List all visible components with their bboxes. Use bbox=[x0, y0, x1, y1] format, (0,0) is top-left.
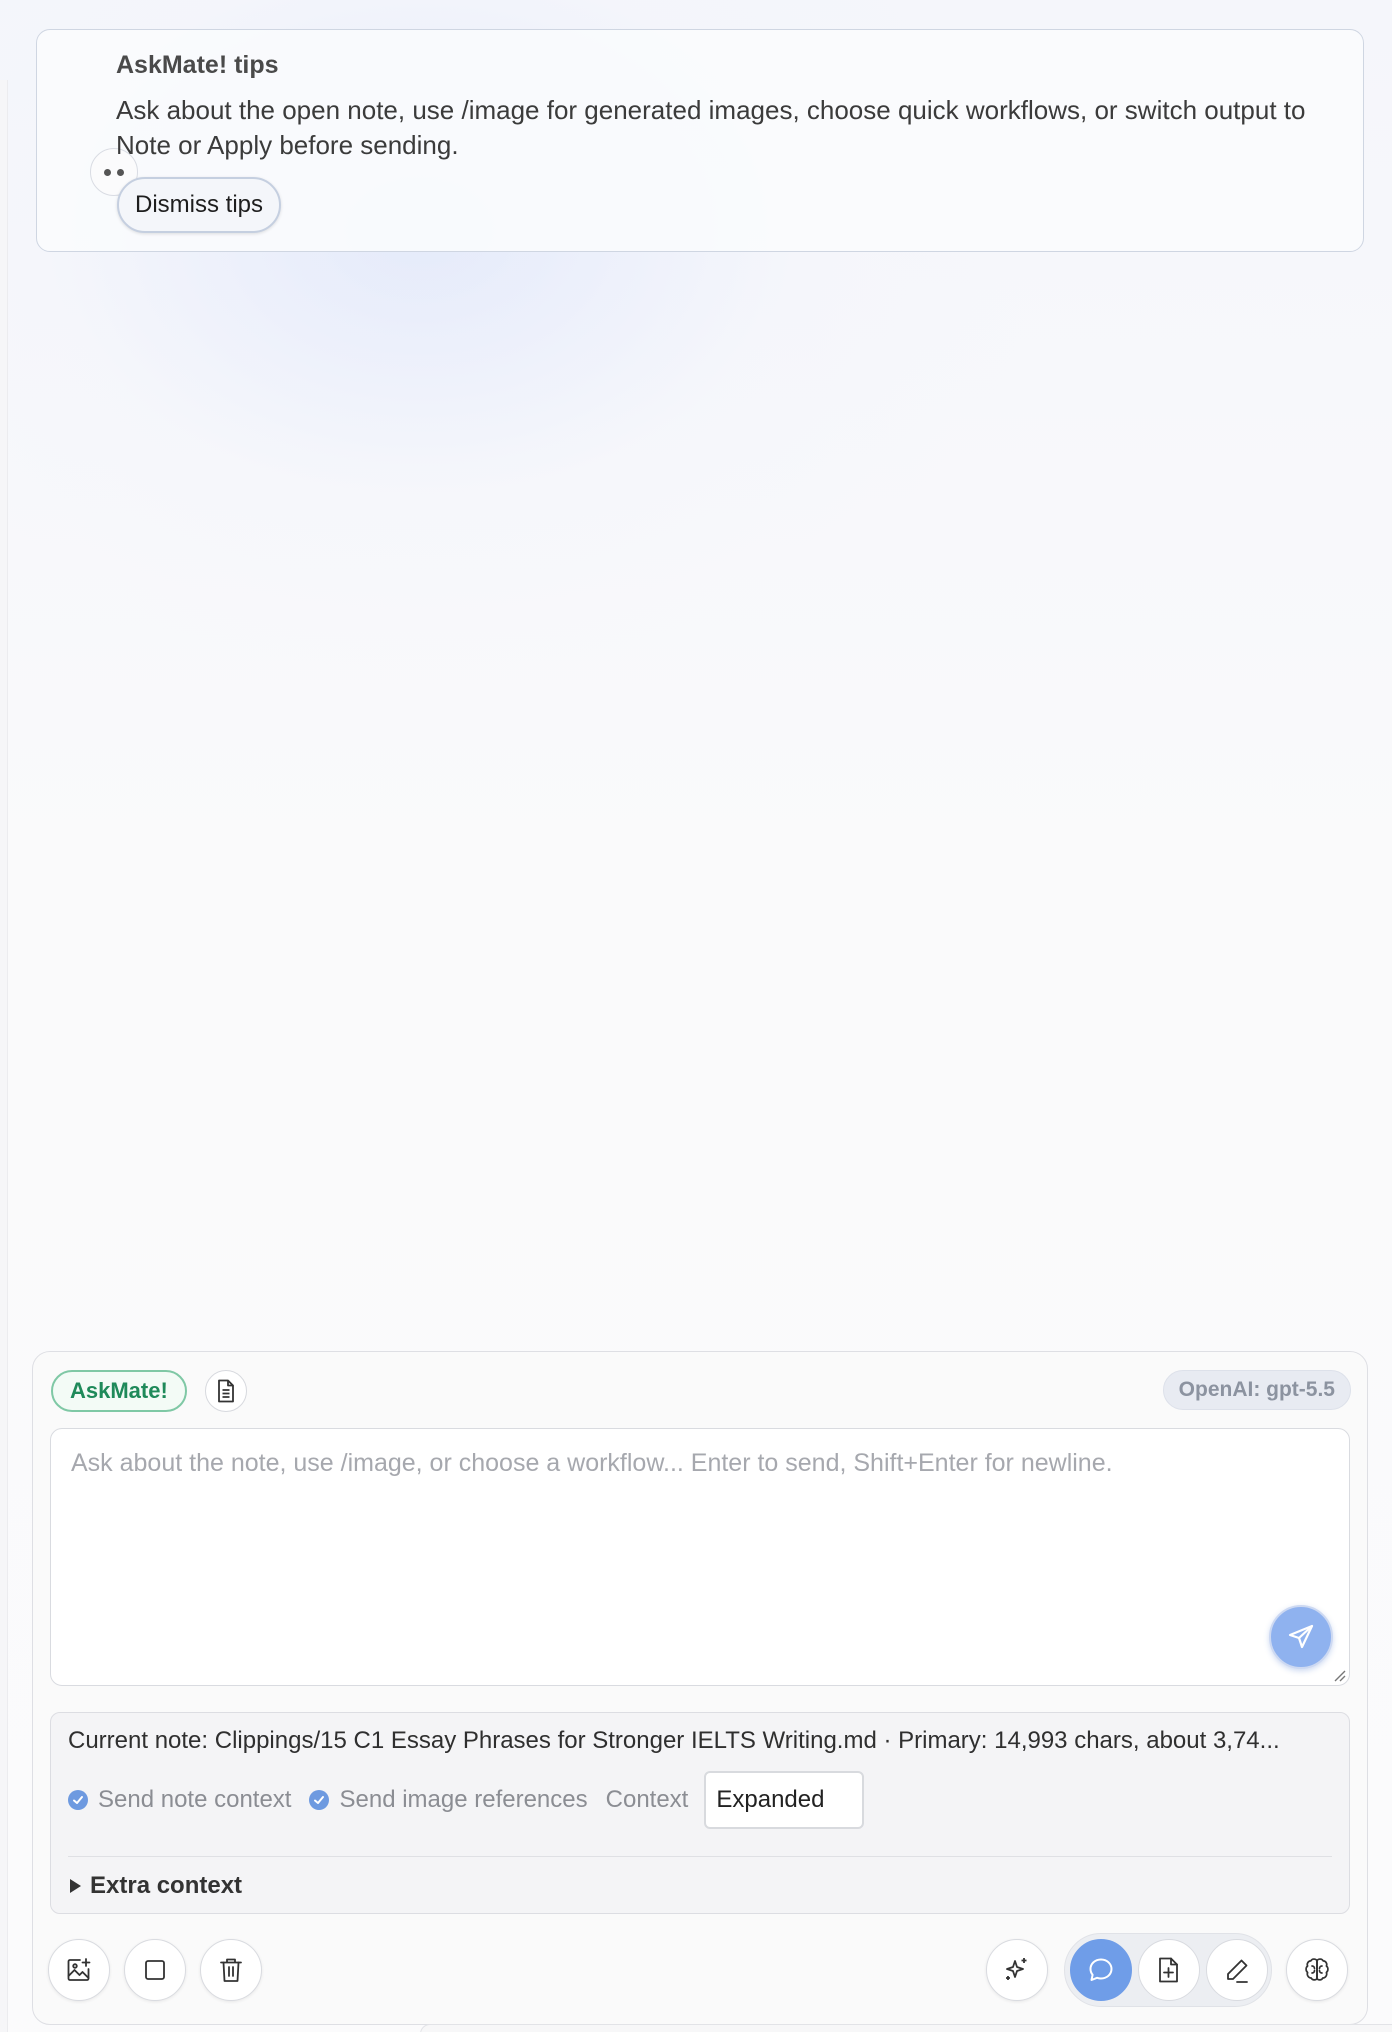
mode-apply-button[interactable] bbox=[1206, 1939, 1268, 2001]
send-icon bbox=[1288, 1624, 1314, 1649]
clear-button[interactable] bbox=[200, 1939, 262, 2001]
brain-icon bbox=[1305, 1958, 1329, 1981]
trash-icon bbox=[220, 1958, 242, 1982]
resize-handle[interactable] bbox=[1332, 1668, 1346, 1682]
tips-card: AskMate! tips Ask about the open note, u… bbox=[36, 29, 1364, 252]
send-note-context-checkbox[interactable]: Send note context bbox=[68, 1786, 291, 1814]
tips-title: AskMate! tips bbox=[116, 51, 279, 79]
checkbox-checked-icon bbox=[68, 1790, 88, 1810]
extra-context-toggle[interactable]: Extra context bbox=[68, 1866, 242, 1906]
dismiss-tips-button[interactable]: Dismiss tips bbox=[117, 177, 282, 233]
note-add-icon bbox=[1159, 1957, 1178, 1983]
checkbox-checked-icon bbox=[309, 1790, 330, 1810]
triangle-right-icon bbox=[70, 1879, 81, 1893]
prompt-input[interactable] bbox=[51, 1429, 1349, 1685]
sparkle-icon bbox=[1006, 1958, 1027, 1980]
context-select[interactable]: Expanded bbox=[704, 1771, 865, 1829]
extra-context-label: Extra context bbox=[90, 1872, 243, 1899]
image-add-icon bbox=[67, 1958, 91, 1981]
context-label: Context bbox=[605, 1786, 689, 1813]
mode-note-button[interactable] bbox=[1138, 1939, 1200, 2001]
mode-chat-button[interactable] bbox=[1070, 1939, 1132, 2001]
model-badge[interactable]: OpenAI: gpt-5.5 bbox=[1162, 1370, 1351, 1410]
send-image-references-label: Send image references bbox=[339, 1786, 588, 1813]
output-mode-group bbox=[1064, 1933, 1272, 2007]
send-note-context-label: Send note context bbox=[98, 1786, 292, 1813]
prompt-box bbox=[50, 1428, 1350, 1686]
context-panel: Current note: Clippings/15 C1 Essay Phra… bbox=[50, 1712, 1350, 1914]
composer: AskMate! OpenAI: gpt-5.5 Current note: C… bbox=[32, 1351, 1368, 2025]
bottom-edge bbox=[420, 2024, 1392, 2032]
tips-body: Ask about the open note, use /image for … bbox=[116, 95, 1306, 160]
askmate-panel: AskMate! tips Ask about the open note, u… bbox=[0, 0, 1392, 2032]
context-options: Send note context Send image references … bbox=[68, 1771, 865, 1829]
panel-edge bbox=[0, 80, 8, 2032]
add-image-button[interactable] bbox=[48, 1939, 110, 2001]
pencil-icon bbox=[1227, 1959, 1248, 1983]
send-image-references-checkbox[interactable]: Send image references bbox=[309, 1786, 588, 1814]
send-button[interactable] bbox=[1269, 1605, 1333, 1669]
askmate-badge[interactable]: AskMate! bbox=[51, 1370, 187, 1412]
workflows-button[interactable] bbox=[986, 1939, 1048, 2001]
divider bbox=[68, 1856, 1332, 1857]
stop-button[interactable] bbox=[124, 1939, 186, 2001]
current-note-info: Current note: Clippings/15 C1 Essay Phra… bbox=[68, 1727, 1280, 1754]
chat-bubble-icon bbox=[1089, 1958, 1113, 1981]
square-icon bbox=[145, 1960, 165, 1980]
document-icon[interactable] bbox=[205, 1370, 247, 1412]
model-settings-button[interactable] bbox=[1286, 1939, 1348, 2001]
